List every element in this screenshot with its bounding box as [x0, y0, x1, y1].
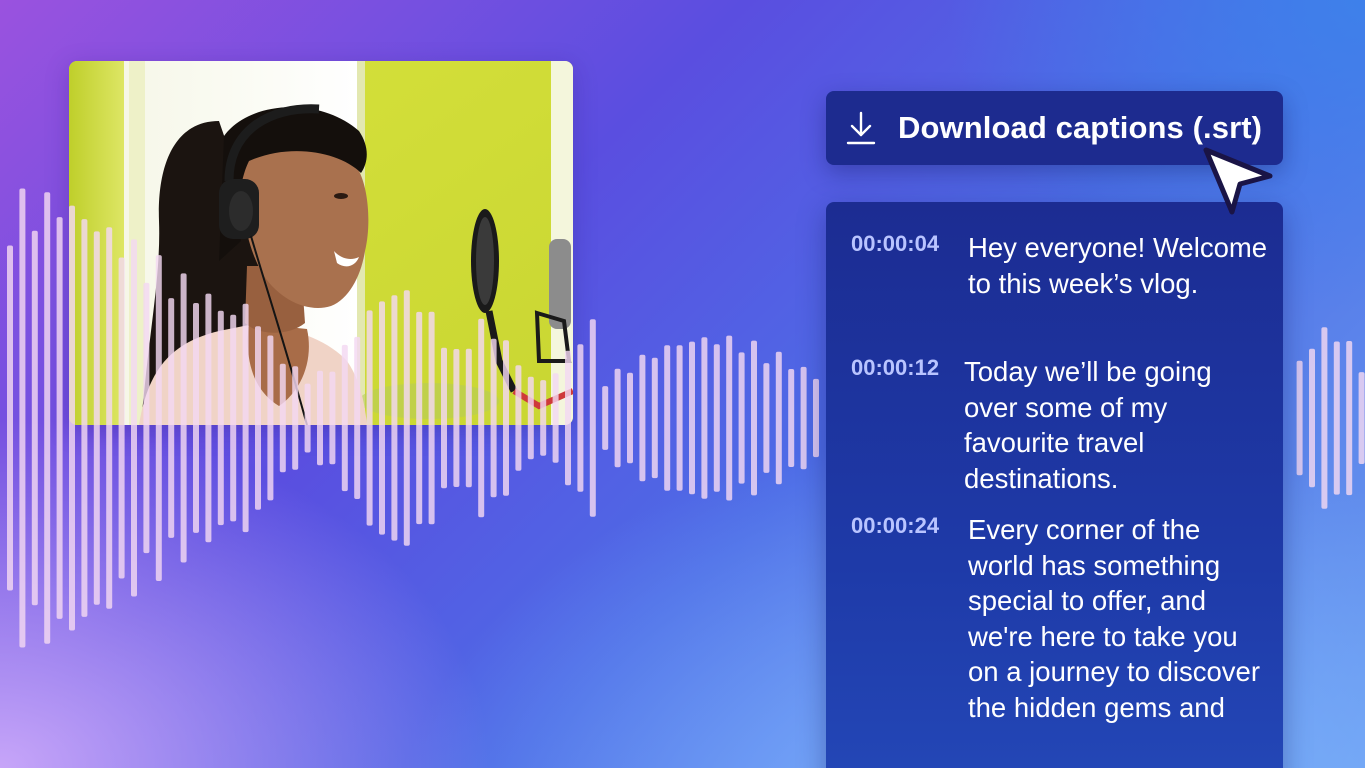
caption-text: Hey everyone! Welcome to this week’s vlo… [968, 232, 1268, 299]
waveform-bar [577, 344, 584, 492]
caption-text: Today we’ll be going over some of my fav… [964, 356, 1212, 494]
download-captions-label: Download captions (.srt) [898, 110, 1263, 145]
waveform-bar [1358, 372, 1365, 464]
caption-entry[interactable]: 00:00:24 Every corner of the world has s… [826, 512, 1283, 725]
waveform-bar [589, 319, 596, 517]
waveform-bar [775, 351, 782, 485]
waveform-bar [651, 357, 658, 479]
waveform-bar [56, 217, 63, 619]
waveform-bar [689, 341, 695, 495]
waveform-bar [800, 366, 807, 470]
waveform-bar [763, 363, 770, 473]
waveform-bar [1309, 348, 1315, 488]
waveform-bar [1333, 341, 1340, 495]
caption-entry[interactable]: 00:00:12 Today we’ll be going over some … [826, 354, 1283, 512]
waveform-bar [751, 340, 757, 496]
caption-text: Every corner of the world has something … [968, 514, 1260, 723]
waveform-bar [738, 352, 745, 484]
waveform-bar [44, 192, 51, 644]
waveform-bar [614, 368, 621, 468]
download-icon [846, 111, 876, 145]
caption-timestamp: 00:00:04 [851, 231, 940, 256]
waveform-bar [31, 230, 38, 606]
waveform-bar [713, 344, 720, 492]
caption-entry[interactable]: 00:00:04 Hey everyone! Welcome to this w… [826, 230, 1283, 354]
waveform-bar [788, 369, 795, 467]
waveform-bar [602, 386, 609, 450]
podcast-host-image [69, 61, 573, 425]
waveform-bar [701, 337, 708, 499]
pointer-cursor-icon [1203, 147, 1273, 215]
caption-timestamp: 00:00:12 [851, 355, 940, 380]
waveform-bar [813, 378, 819, 458]
video-preview-thumbnail[interactable] [69, 61, 573, 425]
waveform-bar [726, 335, 733, 501]
app-canvas: Download captions (.srt) 00:00:04 Hey ev… [0, 0, 1365, 768]
waveform-bar [1296, 360, 1303, 476]
waveform-bar [627, 372, 633, 464]
waveform-bar [676, 345, 683, 491]
waveform-bar [639, 354, 646, 482]
waveform-bar [19, 188, 26, 648]
waveform-bar [1346, 341, 1353, 496]
waveform-bar [664, 345, 671, 491]
caption-timestamp: 00:00:24 [851, 513, 940, 538]
captions-panel: 00:00:04 Hey everyone! Welcome to this w… [826, 202, 1283, 768]
waveform-bar [7, 245, 13, 591]
waveform-bar [1321, 327, 1328, 509]
